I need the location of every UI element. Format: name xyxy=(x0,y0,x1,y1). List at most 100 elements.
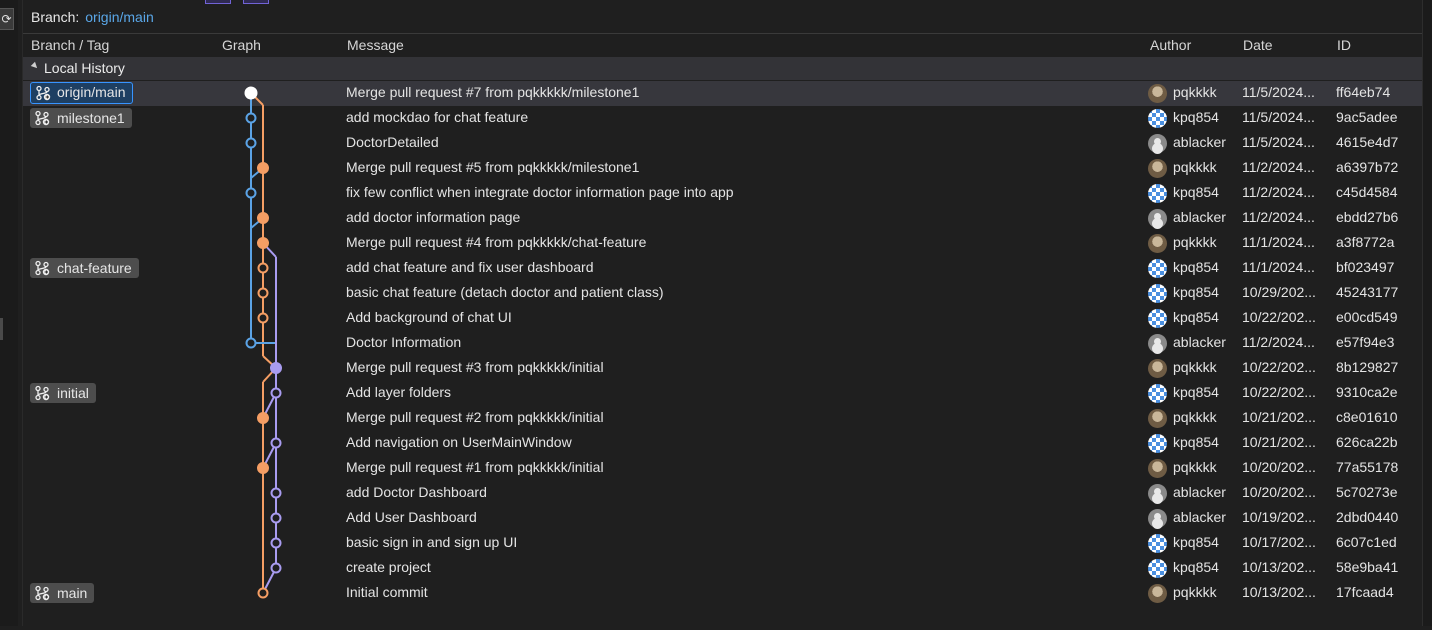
commit-message: Add navigation on UserMainWindow xyxy=(346,434,572,450)
commit-author: ablacker xyxy=(1173,134,1226,150)
commit-message: Merge pull request #5 from pqkkkkk/miles… xyxy=(346,159,640,175)
commit-node[interactable] xyxy=(257,212,269,224)
branch-tag[interactable]: chat-feature xyxy=(30,258,139,278)
collapse-triangle-icon[interactable] xyxy=(30,61,40,71)
photo-avatar xyxy=(1148,459,1167,478)
commit-node[interactable] xyxy=(245,187,257,199)
commit-date: 11/2/2024... xyxy=(1242,334,1315,350)
branch-label: Branch: xyxy=(31,9,80,25)
branch-icon xyxy=(34,110,50,126)
commit-node[interactable] xyxy=(257,587,269,599)
column-header-branch-tag[interactable]: Branch / Tag xyxy=(31,37,109,53)
branch-tag[interactable]: initial xyxy=(30,383,96,403)
commit-id: 6c07c1ed xyxy=(1336,534,1397,550)
commit-id: 17fcaad4 xyxy=(1336,584,1394,600)
commit-node[interactable] xyxy=(270,562,282,574)
column-header-message[interactable]: Message xyxy=(347,37,404,53)
commit-date: 10/22/202... xyxy=(1242,309,1316,325)
identicon-avatar xyxy=(1148,384,1167,403)
gutter-tab[interactable] xyxy=(0,318,3,340)
identicon-avatar xyxy=(1148,534,1167,553)
commit-author: pqkkkk xyxy=(1173,459,1217,475)
branch-tag-label: main xyxy=(57,585,88,601)
commit-id: a6397b72 xyxy=(1336,159,1399,175)
commit-date: 10/17/202... xyxy=(1242,534,1316,550)
column-header-date[interactable]: Date xyxy=(1243,37,1273,53)
commit-id: c8e01610 xyxy=(1336,409,1398,425)
commit-id: 45243177 xyxy=(1336,284,1399,300)
identicon-avatar xyxy=(1148,109,1167,128)
identicon-avatar xyxy=(1148,259,1167,278)
commit-node[interactable] xyxy=(244,86,258,100)
branch-icon xyxy=(34,585,50,601)
commit-id: a3f8772a xyxy=(1336,234,1395,250)
branch-value[interactable]: origin/main xyxy=(85,9,153,25)
commit-node[interactable] xyxy=(270,512,282,524)
commit-message: create project xyxy=(346,559,431,575)
commit-date: 11/1/2024... xyxy=(1242,259,1315,275)
commit-node[interactable] xyxy=(257,287,269,299)
commit-node[interactable] xyxy=(257,262,269,274)
commit-id: c45d4584 xyxy=(1336,184,1398,200)
branch-tag[interactable]: origin/main xyxy=(30,82,134,104)
commit-node[interactable] xyxy=(245,137,257,149)
git-history-panel: Branch: origin/main Branch / Tag Graph Me… xyxy=(22,0,1423,626)
commit-date: 10/20/202... xyxy=(1242,484,1316,500)
commit-date: 10/22/202... xyxy=(1242,384,1316,400)
commit-node[interactable] xyxy=(270,487,282,499)
branch-icon xyxy=(34,260,50,276)
column-header-author[interactable]: Author xyxy=(1150,37,1191,53)
commit-node[interactable] xyxy=(245,337,257,349)
identicon-avatar xyxy=(1148,434,1167,453)
commit-node[interactable] xyxy=(257,312,269,324)
commit-node[interactable] xyxy=(257,462,269,474)
local-history-group[interactable]: Local History xyxy=(23,57,1423,80)
commit-date: 10/13/202... xyxy=(1242,559,1316,575)
photo-avatar xyxy=(1148,584,1167,603)
commit-author: kpq854 xyxy=(1173,284,1219,300)
toolbar-chip[interactable] xyxy=(205,0,231,4)
commit-id: ff64eb74 xyxy=(1336,84,1391,100)
commit-node[interactable] xyxy=(270,437,282,449)
commit-message: add chat feature and fix user dashboard xyxy=(346,259,594,275)
scrollbar-track[interactable] xyxy=(1422,0,1432,626)
commit-author: ablacker xyxy=(1173,509,1226,525)
commit-date: 11/5/2024... xyxy=(1242,109,1315,125)
default-avatar xyxy=(1148,509,1167,528)
commit-node[interactable] xyxy=(270,387,282,399)
commit-node[interactable] xyxy=(245,112,257,124)
commit-id: e00cd549 xyxy=(1336,309,1398,325)
commit-id: 77a55178 xyxy=(1336,459,1399,475)
commit-date: 10/29/202... xyxy=(1242,284,1316,300)
commit-node[interactable] xyxy=(257,237,269,249)
toolbar-chip[interactable] xyxy=(243,0,269,4)
branch-tag[interactable]: milestone1 xyxy=(30,108,132,128)
commit-author: kpq854 xyxy=(1173,309,1219,325)
commit-author: pqkkkk xyxy=(1173,234,1217,250)
branch-bar: Branch: origin/main xyxy=(31,6,154,28)
photo-avatar xyxy=(1148,409,1167,428)
commit-date: 11/5/2024... xyxy=(1242,134,1315,150)
commit-node[interactable] xyxy=(257,162,269,174)
refresh-icon[interactable]: ⟳ xyxy=(0,8,14,30)
commit-message: add doctor information page xyxy=(346,209,521,225)
commit-node[interactable] xyxy=(257,412,269,424)
commit-message: Merge pull request #1 from pqkkkkk/initi… xyxy=(346,459,604,475)
column-header-id[interactable]: ID xyxy=(1337,37,1351,53)
commit-date: 10/13/202... xyxy=(1242,584,1316,600)
identicon-avatar xyxy=(1148,559,1167,578)
identicon-avatar xyxy=(1148,284,1167,303)
column-header-graph[interactable]: Graph xyxy=(222,37,261,53)
commit-message: Add User Dashboard xyxy=(346,509,477,525)
branch-tag[interactable]: main xyxy=(30,583,95,603)
commit-message: DoctorDetailed xyxy=(346,134,439,150)
commit-message: add Doctor Dashboard xyxy=(346,484,487,500)
commit-id: 2dbd0440 xyxy=(1336,509,1399,525)
branch-tag-label: initial xyxy=(57,385,89,401)
commit-node[interactable] xyxy=(270,362,282,374)
commit-author: kpq854 xyxy=(1173,534,1219,550)
commit-node[interactable] xyxy=(270,537,282,549)
commit-author: kpq854 xyxy=(1173,384,1219,400)
commit-id: e57f94e3 xyxy=(1336,334,1395,350)
commit-message: Initial commit xyxy=(346,584,428,600)
